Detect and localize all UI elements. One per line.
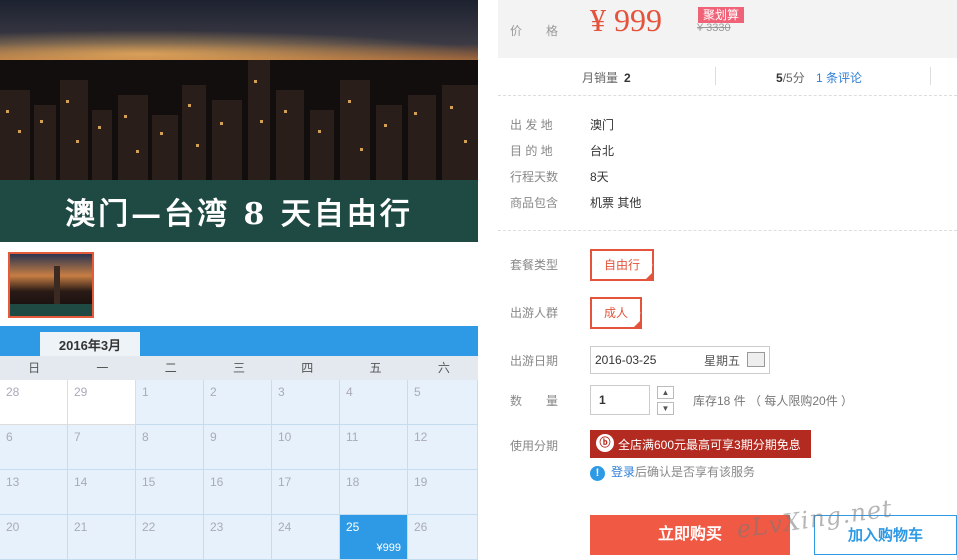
calendar-day[interactable]: 10 [272,425,340,470]
installment-promo[interactable]: ⓑ 全店满600元最高可享3期分期免息 [590,430,811,458]
installment-label: 使用分期 [510,439,559,453]
calendar-day-selected[interactable]: 25 ¥999 [340,515,408,560]
calendar-day[interactable]: 8 [136,425,204,470]
calendar-day[interactable]: 18 [340,470,408,515]
calendar-day[interactable]: 6 [0,425,68,470]
quantity-label: 数 量 [510,394,559,408]
calendar-day[interactable]: 2 [204,380,272,425]
increment-button[interactable]: ▲ [657,386,674,399]
calendar-day[interactable]: 7 [68,425,136,470]
calendar-day[interactable]: 4 [340,380,408,425]
rating: 5/5分 1 条评论 [776,71,863,85]
calendar-day[interactable]: 17 [272,470,340,515]
calendar-grid: 28 29 1 2 3 4 5 6 7 8 9 10 11 12 13 14 1… [0,380,478,560]
calendar-day[interactable]: 5 [408,380,478,425]
weekday: 四 [301,361,314,375]
calendar-day[interactable]: 16 [204,470,272,515]
monthly-sales: 月销量 2 [582,71,631,85]
calendar-day[interactable]: 9 [204,425,272,470]
calendar-day[interactable]: 21 [68,515,136,560]
calendar-day[interactable]: 12 [408,425,478,470]
product-info-panel: 价 格 ¥ 999 聚划算 ¥ 3330 月销量 2 5/5分 1 条评论 出 发… [498,0,957,560]
price-box: 价 格 ¥ 999 聚划算 ¥ 3330 [498,0,957,58]
calendar-day[interactable]: 14 [68,470,136,515]
crowd-label: 出游人群 [510,306,559,320]
weekday: 二 [164,361,177,375]
weekday: 日 [28,361,41,375]
detail-label: 商品包含 [510,196,559,210]
date-picker-input[interactable]: 2016-03-25 星期五 [590,346,770,374]
day-price: ¥999 [376,542,401,554]
calendar-day[interactable]: 3 [272,380,340,425]
calendar-weekdays: 日 一 二 三 四 五 六 [0,356,478,380]
detail-label: 出 发 地 [510,118,553,132]
quantity-input[interactable]: 1 [590,385,650,415]
check-icon [632,302,643,330]
price-label: 价 格 [510,24,559,38]
login-notice: ! 登录后确认是否享有该服务 [590,463,755,481]
installment-logo-icon: ⓑ [596,434,614,452]
calendar-day[interactable]: 24 [272,515,340,560]
original-price: ¥ 3330 [697,22,731,34]
calendar-day[interactable]: 19 [408,470,478,515]
divider [498,230,957,231]
juhuasuan-badge: 聚划算 [698,7,745,23]
calendar-day[interactable]: 26 [408,515,478,560]
login-link[interactable]: 登录 [611,465,635,479]
calendar-day[interactable]: 22 [136,515,204,560]
detail-label: 目 的 地 [510,144,553,158]
check-icon [644,254,655,282]
calendar-day[interactable]: 20 [0,515,68,560]
product-main-image: 澳门—台湾 8 天自由行 [0,0,478,242]
stock-info: 库存18 件 （ 每人限购20件 ） [693,394,854,408]
departure-value: 澳门 [590,118,615,132]
includes-value: 机票 其他 [590,196,642,210]
decrement-button[interactable]: ▼ [657,402,674,415]
product-gallery: 澳门—台湾 8 天自由行 2016年3月 日 一 二 三 四 五 六 28 29… [0,0,478,560]
weekday: 五 [369,361,382,375]
thumbnail-image[interactable] [8,252,94,318]
current-price: ¥ 999 [590,2,662,38]
banner-title: 澳门—台湾 8 天自由行 [65,197,413,232]
calendar-month-tab[interactable]: 2016年3月 [40,330,140,356]
date-label: 出游日期 [510,354,559,368]
calendar-day[interactable]: 1 [136,380,204,425]
weekday: 三 [232,361,245,375]
calendar-day[interactable]: 13 [0,470,68,515]
calendar-day: 29 [68,380,136,425]
city-skyline-image [0,60,478,180]
weekday: 一 [96,361,109,375]
date-value: 2016-03-25 [595,353,657,367]
calendar-day: 28 [0,380,68,425]
days-value: 8天 [590,170,609,184]
calendar-day[interactable]: 23 [204,515,272,560]
destination-value: 台北 [590,144,615,158]
calendar-day[interactable]: 11 [340,425,408,470]
weekday: 六 [437,361,450,375]
info-icon: ! [590,466,605,481]
package-label: 套餐类型 [510,258,559,272]
weekday-value: 星期五 [704,353,741,368]
calendar-icon[interactable] [747,352,765,367]
calendar-day[interactable]: 15 [136,470,204,515]
sales-stats: 月销量 2 5/5分 1 条评论 [498,58,957,96]
image-banner: 澳门—台湾 8 天自由行 [0,180,478,242]
crowd-option-selected[interactable]: 成人 [590,297,643,330]
reviews-link[interactable]: 1 条评论 [816,71,862,85]
package-option-selected[interactable]: 自由行 [590,249,655,282]
detail-label: 行程天数 [510,170,559,184]
